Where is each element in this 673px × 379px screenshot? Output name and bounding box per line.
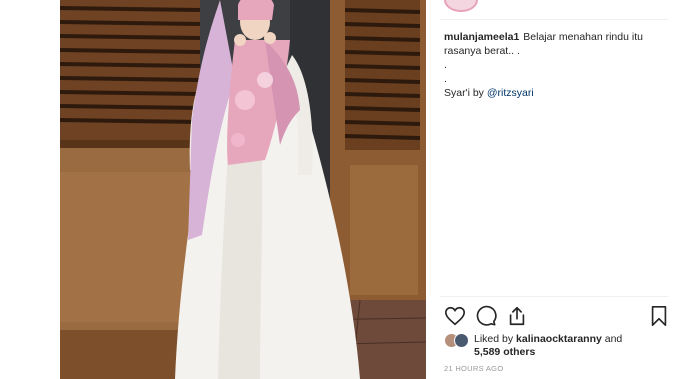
like-button[interactable]	[444, 305, 466, 327]
caption-text-line2: rasanya berat.. .	[444, 45, 520, 57]
right-shutter	[344, 0, 421, 150]
caption-credit-prefix: Syar'i by	[444, 87, 487, 99]
post-caption: mulanjameela1 Belajar menahan rindu itu r…	[444, 30, 658, 100]
photo-image	[60, 0, 426, 379]
share-button[interactable]	[506, 305, 528, 327]
likes-summary: Liked by kalinaocktaranny and 5,589 othe…	[444, 333, 664, 359]
save-button[interactable]	[648, 305, 670, 327]
liker-username[interactable]: kalinaocktaranny	[516, 333, 602, 345]
post-photo[interactable]	[60, 0, 426, 379]
likes-prefix: Liked by	[474, 333, 517, 345]
likes-conjunction: and	[601, 333, 623, 345]
liker-avatar-2[interactable]	[454, 333, 469, 348]
caption-dot-1: .	[444, 59, 447, 71]
header-divider	[440, 19, 668, 20]
left-shutter	[60, 0, 201, 148]
comment-button[interactable]	[475, 305, 497, 327]
caption-dot-2: .	[444, 73, 447, 85]
caption-text-line1: Belajar menahan rindu itu	[523, 31, 643, 43]
avatar[interactable]	[444, 0, 478, 12]
post-panel: mulanjameela1 Belajar menahan rindu itu r…	[426, 0, 673, 379]
caption-username[interactable]: mulanjameela1	[444, 31, 519, 43]
share-icon	[506, 305, 528, 327]
action-bar	[444, 305, 670, 327]
bookmark-icon	[648, 305, 670, 327]
heart-icon	[444, 305, 466, 327]
comment-icon	[475, 305, 497, 327]
caption-mention-link[interactable]: @ritzsyari	[487, 87, 534, 99]
liker-avatars	[444, 333, 470, 348]
actions-divider	[440, 296, 668, 297]
post-timestamp[interactable]: 21 HOURS AGO	[444, 364, 503, 373]
likes-count-link[interactable]: 5,589 others	[474, 346, 664, 359]
